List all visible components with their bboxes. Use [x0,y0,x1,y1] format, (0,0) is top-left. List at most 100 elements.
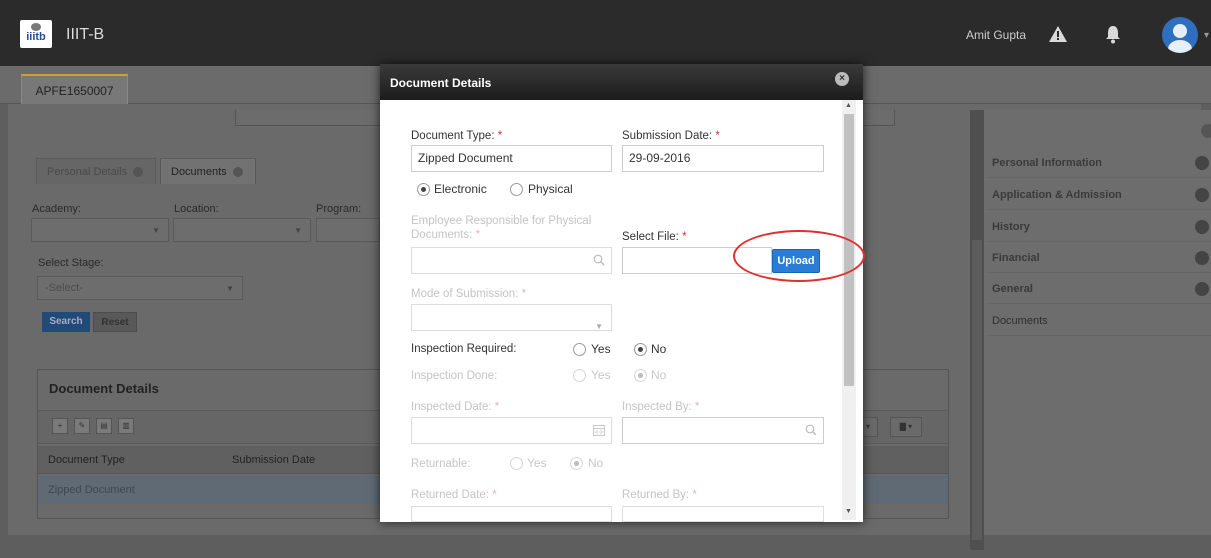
inspection-required-no-radio[interactable] [634,343,647,356]
inspection-done-no-radio[interactable] [634,369,647,382]
modal-scrollbar[interactable]: ▲ ▼ [842,100,856,520]
employee-responsible-label-text: Documents: [411,229,473,241]
program-label: Program: [316,203,362,215]
column-header-document-type[interactable]: Document Type [48,454,125,466]
program-select[interactable] [316,218,380,242]
expand-icon[interactable] [1201,124,1211,138]
select-file-label-text: Select File: [622,231,679,243]
sidebar-item-personal-information[interactable]: Personal Information [986,148,1211,178]
inspected-date-field[interactable] [411,417,612,444]
sidebar-item-label: Personal Information [992,157,1103,169]
plus-icon[interactable] [1195,188,1209,202]
stage-label: Select Stage: [38,257,104,269]
user-avatar-icon [1168,24,1192,53]
document-type-field[interactable]: Zipped Document [411,145,612,172]
employee-responsible-label-line2: Documents: * [411,229,480,241]
user-menu-caret-icon[interactable]: ▾ [1204,30,1209,41]
inspected-date-label: Inspected Date: * [411,401,499,413]
search-icon[interactable] [805,424,817,436]
chevron-down-icon: ▼ [226,284,234,293]
calendar-icon[interactable] [593,424,605,436]
returned-by-label: Returned By: * [622,489,697,501]
sidebar-item-label: Financial [992,252,1040,264]
returned-by-field[interactable] [622,506,824,522]
employee-responsible-field[interactable] [411,247,612,274]
required-mark: * [492,489,497,501]
submission-date-label-text: Submission Date: [622,130,713,142]
sidebar-item-label: Application & Admission [992,189,1122,201]
inspection-done-yes-radio[interactable] [573,369,586,382]
warning-icon[interactable] [1048,25,1068,43]
scroll-up-icon[interactable]: ▲ [845,102,852,109]
scrollbar-thumb[interactable] [972,240,982,540]
scroll-down-icon[interactable]: ▼ [845,508,852,515]
sidebar-item-history[interactable]: History [986,212,1211,242]
required-mark: * [494,401,500,413]
sidebar-item-application-admission[interactable]: Application & Admission [986,180,1211,210]
document-type-label: Document Type: * [411,130,502,142]
user-avatar[interactable] [1162,17,1198,53]
electronic-radio[interactable] [417,183,430,196]
close-icon[interactable] [133,167,144,178]
mode-of-submission-select[interactable]: ▼ [411,304,612,331]
required-mark: * [497,130,503,142]
bell-icon[interactable] [1104,24,1122,44]
record-tab[interactable]: APFE1650007 [21,74,128,104]
employee-responsible-label: Employee Responsible for Physical [411,215,592,227]
returned-date-label: Returned Date: * [411,489,497,501]
sidebar-item-label: General [992,283,1033,295]
logo-text: iiitb [26,31,46,43]
required-mark: * [521,288,527,300]
sidebar-item-documents[interactable]: Documents [986,306,1211,336]
returnable-no-radio[interactable] [570,457,583,470]
submission-date-label: Submission Date: * [622,130,720,142]
stage-select[interactable]: -Select- ▼ [37,276,243,300]
reset-button[interactable]: Reset [93,312,137,332]
tab-personal-details-label: Personal Details [47,166,128,178]
mode-of-submission-label: Mode of Submission: * [411,288,526,300]
inspected-by-label: Inspected By: * [622,401,699,413]
returned-by-label-text: Returned By: [622,489,690,501]
plus-icon[interactable] [1195,251,1209,265]
inspected-date-label-text: Inspected Date: [411,401,492,413]
sidebar-item-label: History [992,221,1030,233]
returnable-no-label: No [588,456,604,470]
electronic-label: Electronic [434,182,487,196]
edit-icon[interactable]: ✎ [74,418,90,434]
stage-select-value: -Select- [45,282,83,294]
column-header-submission-date[interactable]: Submission Date [232,454,315,466]
search-icon[interactable] [593,254,605,266]
plus-icon[interactable] [1195,282,1209,296]
table-cell-document-type: Zipped Document [48,484,135,496]
logo-mark [31,23,41,31]
view-icon[interactable]: ▤ [96,418,112,434]
returned-date-field[interactable] [411,506,612,522]
location-select[interactable]: ▼ [173,218,311,242]
plus-icon[interactable] [1195,156,1209,170]
close-icon[interactable]: × [835,72,849,86]
returned-date-label-text: Returned Date: [411,489,489,501]
institute-logo[interactable]: iiitb [20,20,52,48]
close-icon[interactable] [232,167,243,178]
sidebar-item-label: Documents [992,315,1048,327]
add-icon[interactable]: + [52,418,68,434]
returnable-yes-radio[interactable] [510,457,523,470]
sidebar-item-general[interactable]: General [986,274,1211,304]
right-sidebar-scrollbar[interactable] [970,110,984,550]
delete-icon[interactable]: ▥ [118,418,134,434]
plus-icon[interactable] [1195,220,1209,234]
inspection-required-yes-radio[interactable] [573,343,586,356]
submission-date-field[interactable]: 29-09-2016 [622,145,824,172]
tab-documents[interactable]: Documents [160,158,256,184]
physical-radio[interactable] [510,183,523,196]
academy-select[interactable]: ▼ [31,218,169,242]
user-name[interactable]: Amit Gupta [966,28,1026,42]
inspected-by-field[interactable] [622,417,824,444]
search-button[interactable]: Search [42,312,90,332]
sidebar-item-financial[interactable]: Financial [986,243,1211,273]
returnable-label: Returnable: [411,458,471,470]
inspection-required-yes-label: Yes [591,342,611,356]
select-file-label: Select File: * [622,231,687,243]
tab-personal-details[interactable]: Personal Details [36,158,156,184]
excel-export-button[interactable]: ▇ ▾ [890,417,922,437]
